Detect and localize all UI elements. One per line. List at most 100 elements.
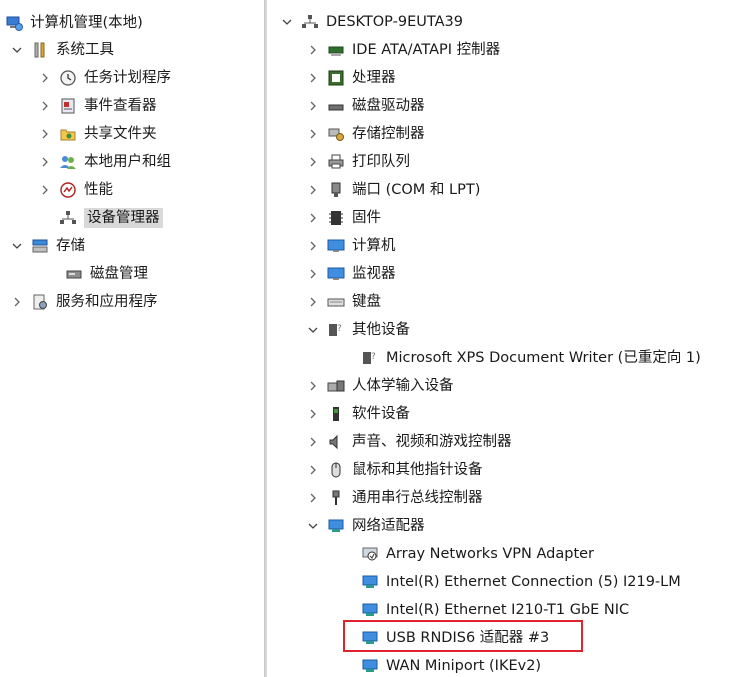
device-category-firmware[interactable]: 固件 [306,205,381,231]
unknown-device-icon: ? [360,348,380,368]
chevron-right-icon[interactable] [306,463,320,477]
device-array-vpn[interactable]: Array Networks VPN Adapter [354,541,594,567]
tree-item-shared-folders[interactable]: 共享文件夹 [38,121,157,147]
device-category-print-queues[interactable]: 打印队列 [306,149,410,175]
tree-item-task-scheduler[interactable]: 任务计划程序 [38,65,171,91]
device-category-usb[interactable]: 通用串行总线控制器 [306,485,483,511]
chevron-right-icon[interactable] [306,99,320,113]
device-category-processor[interactable]: 处理器 [306,65,396,91]
device-category-monitors[interactable]: 监视器 [306,261,396,287]
chevron-right-icon[interactable] [10,295,24,309]
device-category-mice[interactable]: 鼠标和其他指针设备 [306,457,483,483]
chevron-right-icon[interactable] [306,295,320,309]
clock-icon [58,68,78,88]
device-category-sound[interactable]: 声音、视频和游戏控制器 [306,429,512,455]
disk-management-icon [64,264,84,284]
chevron-right-icon[interactable] [306,211,320,225]
computer-management-icon [4,13,24,33]
hid-icon [326,376,346,396]
device-tree-pane: DESKTOP-9EUTA39 IDE ATA/ATAPI 控制器 处理器 磁盘… [268,0,745,677]
network-adapter-icon [360,572,380,592]
chevron-right-icon[interactable] [306,267,320,281]
device-manager-icon [58,208,78,228]
network-adapter-icon [326,516,346,536]
chevron-right-icon[interactable] [38,127,52,141]
chevron-right-icon[interactable] [306,407,320,421]
processor-icon [326,68,346,88]
chevron-down-icon[interactable] [306,323,320,337]
shared-folder-icon [58,124,78,144]
printer-icon [326,152,346,172]
vpn-adapter-icon [360,544,380,564]
device-category-ide[interactable]: IDE ATA/ATAPI 控制器 [306,37,500,63]
chevron-right-icon[interactable] [306,43,320,57]
device-category-network-adapters[interactable]: 网络适配器 [306,513,425,539]
mouse-icon [326,460,346,480]
device-category-storage-controllers[interactable]: 存储控制器 [306,121,425,147]
chevron-right-icon[interactable] [306,127,320,141]
tree-item-disk-management[interactable]: 磁盘管理 [58,261,148,287]
console-tree-pane: 计算机管理(本地) 系统工具 任务计划程序 事件查看器 共享文件夹 本地用户和组… [0,0,262,677]
chevron-right-icon[interactable] [306,71,320,85]
device-category-software-devices[interactable]: 软件设备 [306,401,410,427]
usb-icon [326,488,346,508]
tree-item-services-apps[interactable]: 服务和应用程序 [10,289,158,315]
chevron-right-icon[interactable] [38,183,52,197]
speaker-icon [326,432,346,452]
network-adapter-icon [360,600,380,620]
users-icon [58,152,78,172]
chevron-right-icon[interactable] [306,239,320,253]
device-category-ports[interactable]: 端口 (COM 和 LPT) [306,177,480,203]
device-category-disk-drives[interactable]: 磁盘驱动器 [306,93,425,119]
chevron-down-icon[interactable] [280,15,294,29]
ide-controller-icon [326,40,346,60]
device-category-computer[interactable]: 计算机 [306,233,396,259]
chevron-down-icon[interactable] [306,519,320,533]
device-wan-ikev2[interactable]: WAN Miniport (IKEv2) [354,653,541,677]
display-icon [326,264,346,284]
tree-item-computer-management[interactable]: 计算机管理(本地) [4,10,143,36]
chevron-right-icon[interactable] [306,491,320,505]
tools-icon [30,40,50,60]
storage-controller-icon [326,124,346,144]
tree-item-storage[interactable]: 存储 [10,233,85,259]
network-adapter-icon [360,656,380,676]
chevron-right-icon[interactable] [38,99,52,113]
event-log-icon [58,96,78,116]
tree-item-local-users[interactable]: 本地用户和组 [38,149,171,175]
performance-icon [58,180,78,200]
device-root[interactable]: DESKTOP-9EUTA39 [280,9,463,35]
tree-item-label: 计算机管理(本地) [30,15,143,31]
firmware-icon [326,208,346,228]
disk-drive-icon [326,96,346,116]
tree-item-system-tools[interactable]: 系统工具 [10,37,114,63]
chevron-right-icon[interactable] [306,379,320,393]
svg-text:?: ? [371,352,376,362]
keyboard-icon [326,292,346,312]
tree-item-device-manager[interactable]: 设备管理器 [52,205,163,231]
pane-splitter[interactable] [264,0,267,677]
unknown-device-icon: ? [326,320,346,340]
software-device-icon [326,404,346,424]
storage-icon [30,236,50,256]
computer-tree-icon [300,12,320,32]
tree-item-event-viewer[interactable]: 事件查看器 [38,93,157,119]
port-icon [326,180,346,200]
chevron-right-icon[interactable] [306,155,320,169]
tree-item-performance[interactable]: 性能 [38,177,113,203]
chevron-right-icon[interactable] [38,71,52,85]
chevron-right-icon[interactable] [306,183,320,197]
chevron-down-icon[interactable] [10,239,24,253]
device-category-keyboards[interactable]: 键盘 [306,289,381,315]
svg-text:?: ? [337,324,342,334]
services-icon [30,292,50,312]
chevron-right-icon[interactable] [38,155,52,169]
device-xps-writer[interactable]: ? Microsoft XPS Document Writer (已重定向 1) [354,345,701,371]
device-intel-i219[interactable]: Intel(R) Ethernet Connection (5) I219-LM [354,569,681,595]
highlight-annotation-box [343,620,583,652]
chevron-down-icon[interactable] [10,43,24,57]
chevron-right-icon[interactable] [306,435,320,449]
monitor-icon [326,236,346,256]
device-category-other-devices[interactable]: ? 其他设备 [306,317,410,343]
device-category-hid[interactable]: 人体学输入设备 [306,373,454,399]
